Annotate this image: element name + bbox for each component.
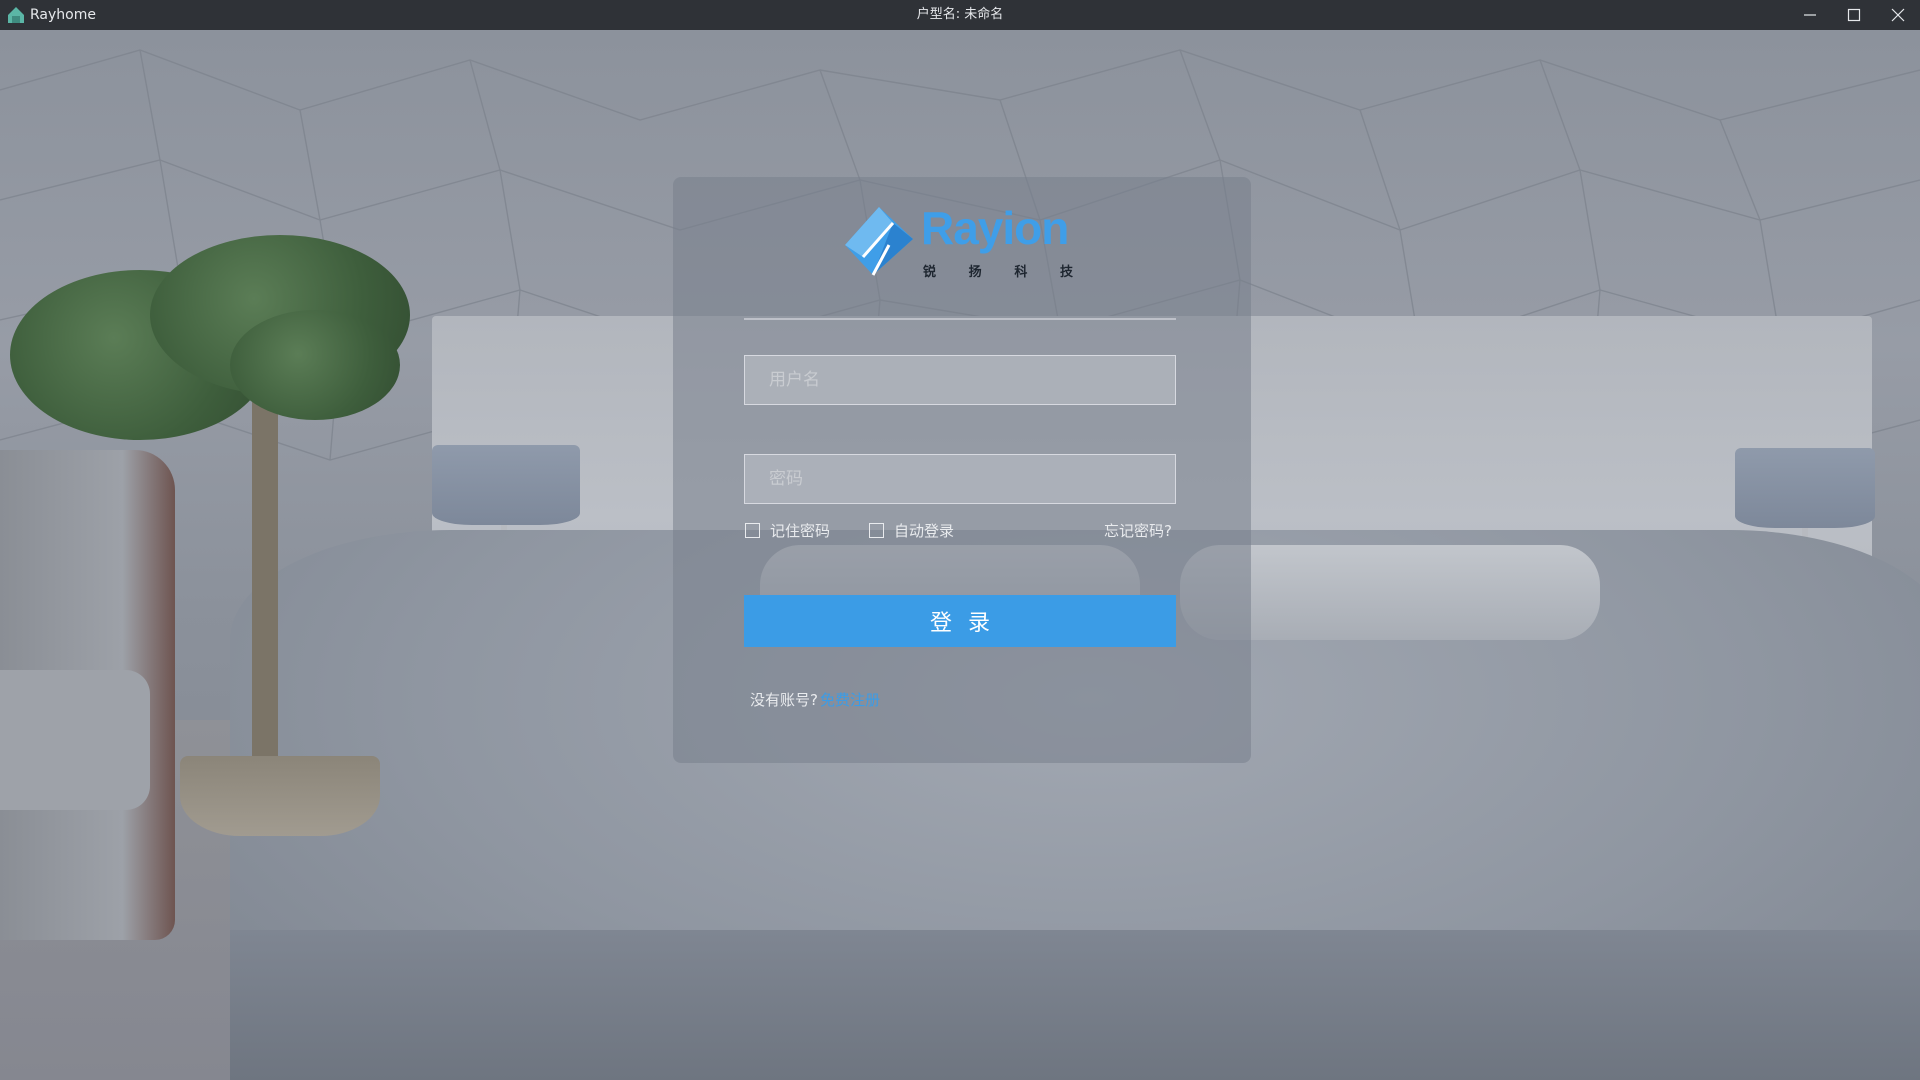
- brand-subtitle-char: 技: [1059, 265, 1073, 280]
- auto-login-label: 自动登录: [894, 522, 955, 540]
- rayion-logo-icon: [845, 207, 913, 276]
- remember-password-checkbox[interactable]: [745, 523, 760, 538]
- plant-pot: [180, 756, 380, 836]
- brand-logo: Rayion 锐 扬 科 技: [843, 202, 1083, 285]
- right-lamp-shade: [1735, 448, 1875, 528]
- auto-login-option[interactable]: 自动登录: [869, 520, 954, 541]
- app-identity: Rayhome: [0, 0, 96, 30]
- armchair-seat: [0, 670, 150, 810]
- window-title: 户型名: 未命名: [916, 7, 1004, 22]
- password-input[interactable]: [744, 454, 1176, 504]
- bed-edge: [230, 930, 1920, 1080]
- remember-password-label: 记住密码: [770, 522, 831, 540]
- left-lamp-shade: [432, 445, 580, 525]
- minimize-button[interactable]: [1788, 0, 1832, 30]
- tree-foliage-right: [230, 310, 400, 420]
- logo-divider: [744, 318, 1176, 320]
- maximize-button[interactable]: [1832, 0, 1876, 30]
- forgot-password-link[interactable]: 忘记密码?: [1104, 520, 1172, 541]
- tree-trunk: [252, 360, 278, 770]
- minimize-icon: [1804, 14, 1816, 16]
- app-name: Rayhome: [30, 7, 96, 23]
- house-icon: [8, 7, 24, 23]
- brand-subtitle-char: 扬: [968, 265, 982, 280]
- brand-subtitle-char: 锐: [923, 265, 937, 280]
- login-button[interactable]: 登录: [744, 595, 1176, 647]
- no-account-text: 没有账号?: [750, 691, 818, 709]
- close-button[interactable]: [1876, 0, 1920, 30]
- maximize-icon: [1847, 8, 1861, 22]
- close-icon: [1891, 8, 1905, 22]
- remember-password-option[interactable]: 记住密码: [745, 520, 830, 541]
- title-bar: Rayhome 户型名: 未命名: [0, 0, 1920, 30]
- window-controls: [1788, 0, 1920, 30]
- brand-subtitle-char: 科: [1014, 265, 1028, 280]
- brand-subtitle: 锐 扬 科 技: [923, 261, 1073, 280]
- brand-name: Rayion: [921, 202, 1069, 254]
- auto-login-checkbox[interactable]: [869, 523, 884, 538]
- username-input[interactable]: [744, 355, 1176, 405]
- register-link[interactable]: 免费注册: [820, 689, 880, 710]
- register-prompt: 没有账号? 免费注册: [750, 689, 880, 710]
